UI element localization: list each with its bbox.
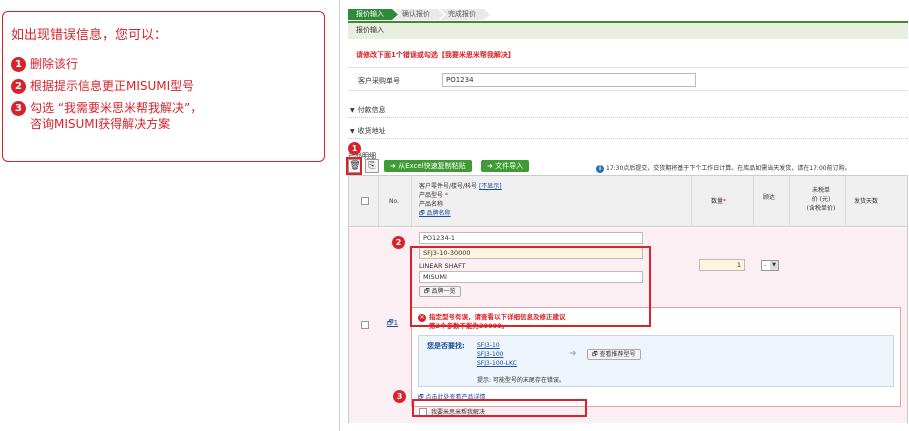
error-summary: 请修改下面1个错误或勾选【我要米思米帮我解决】 <box>356 51 515 59</box>
callout-step-3: 3 勾选 “我需要米思米帮我解决”， 咨询MISUMI获得解决方案 <box>11 100 316 132</box>
suggestion-link[interactable]: SFJ3-10 <box>477 341 517 350</box>
header-no: No. <box>389 198 399 205</box>
annotation-badge-2: 2 <box>392 236 405 249</box>
view-recommended-button[interactable]: 🗗 查看推荐型号 <box>587 349 641 360</box>
callout-step-1: 1 删除该行 <box>11 56 316 72</box>
order-number-label: 客户采购单号 <box>358 77 400 85</box>
header-urgent: 顾达 <box>763 194 776 201</box>
step-number-2: 2 <box>11 79 26 94</box>
hint-text: 提示: 可能型号的末尾存在错误。 <box>477 377 565 384</box>
collapse-triangle-icon: ▼ <box>350 107 355 114</box>
step-number-1: 1 <box>11 57 26 72</box>
row-checkbox[interactable] <box>361 321 369 329</box>
suggestion-list: SFJ3-10 SFJ3-100 SFJ3-100-LKC <box>477 341 517 368</box>
highlight-delete <box>346 157 362 175</box>
payment-section-toggle[interactable]: ▼ 付款信息 <box>350 105 386 115</box>
suggestion-panel: 您是否要找: SFJ3-10 SFJ3-100 SFJ3-100-LKC ➜ 🗗… <box>418 335 894 387</box>
divider <box>348 138 908 139</box>
column-divider <box>789 176 790 225</box>
divider <box>348 117 908 118</box>
brand-header-link[interactable]: 🗗 品牌名称 <box>419 210 451 217</box>
callout-step-2: 2 根据提示信息更正MISUMI型号 <box>11 78 316 94</box>
step-quote-input: 报价输入 <box>348 9 398 20</box>
step-text-1: 删除该行 <box>30 57 79 71</box>
progress-steps: 报价输入 确认报价 完成报价 <box>348 9 486 20</box>
column-divider <box>753 176 754 225</box>
row-number-link[interactable]: 🗗1 <box>387 319 398 330</box>
urgent-select[interactable]: - ▼ <box>761 260 779 271</box>
suggestion-link[interactable]: SFJ3-100-LKC <box>477 359 517 368</box>
step-text-2: 根据提示信息更正MISUMI型号 <box>30 79 195 93</box>
hide-column-link[interactable]: [不显示] <box>479 183 502 190</box>
header-ship-days: 发货天数 <box>854 198 879 205</box>
suggestion-link[interactable]: SFJ3-100 <box>477 350 517 359</box>
shipping-section-toggle[interactable]: ▼ 收货地址 <box>350 126 386 136</box>
table-header: No. 客户零件号/楼号/科号 [不显示] 产品型号 * 产品名称 🗗 品牌名称… <box>349 176 907 227</box>
panel-title: 报价输入 <box>348 21 908 39</box>
instruction-callout: 如出现错误信息，您可以： 1 删除该行 2 根据提示信息更正MISUMI型号 3… <box>2 11 325 162</box>
collapse-triangle-icon: ▼ <box>350 128 355 135</box>
callout-title: 如出现错误信息，您可以： <box>11 28 168 43</box>
step-complete: 完成报价 <box>440 9 490 20</box>
excel-paste-button[interactable]: ➜ 从Excel快速复制粘贴 <box>384 160 472 172</box>
order-number-row: 客户采购单号 PO1234 <box>348 67 908 91</box>
column-divider <box>845 176 846 225</box>
annotation-badge-3: 3 <box>393 390 406 403</box>
customer-part-input[interactable]: PO1234-1 <box>419 232 643 244</box>
file-import-button[interactable]: ➜ 文件导入 <box>481 160 530 172</box>
suggestion-label: 您是否要找: <box>427 342 465 350</box>
chevron-down-icon: ▼ <box>770 261 778 270</box>
quantity-input[interactable]: 1 <box>699 259 745 271</box>
step-confirm: 确认报价 <box>394 9 444 20</box>
select-all-checkbox[interactable] <box>361 197 369 205</box>
header-part: 客户零件号/楼号/科号 [不显示] 产品型号 * 产品名称 🗗 品牌名称 <box>419 183 502 217</box>
quote-panel: 报价输入 确认报价 完成报价 报价输入 请修改下面1个错误或勾选【我要米思米帮我… <box>339 0 909 431</box>
step-number-3: 3 <box>11 101 26 116</box>
annotation-badge-1: 1 <box>348 142 361 155</box>
step-text-3a: 勾选 “我需要米思米帮我解决”， <box>30 101 203 115</box>
header-qty: 数量* <box>711 198 727 205</box>
column-divider <box>691 176 692 225</box>
cutoff-info-note: i 17:30点后提交，交货期将基于下个工作日计算。在库品如需当天发货，请在17:… <box>596 163 851 173</box>
copy-row-icon[interactable]: ⎘ <box>365 159 379 173</box>
order-number-input[interactable]: PO1234 <box>442 73 696 87</box>
info-icon: i <box>596 165 604 173</box>
arrow-right-icon: ➜ <box>569 349 577 359</box>
header-price: 未税单 价 (元) (含税单价) <box>806 187 836 212</box>
highlight-help-checkbox <box>412 399 587 417</box>
step-text-3b: 咨询MISUMI获得解决方案 <box>30 117 171 131</box>
highlight-model-error <box>410 246 651 327</box>
